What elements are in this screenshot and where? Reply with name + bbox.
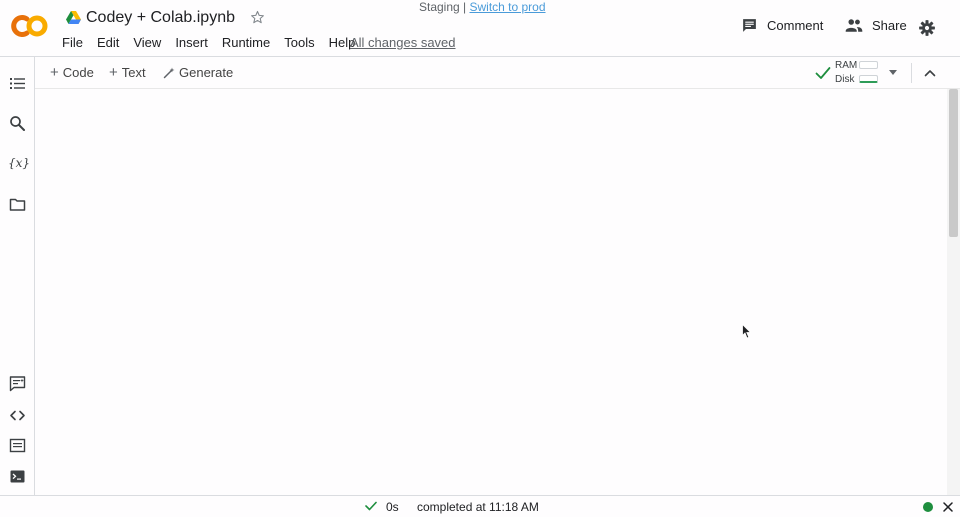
notebook-canvas[interactable] bbox=[35, 89, 947, 495]
close-icon[interactable] bbox=[943, 502, 953, 512]
execution-check-icon bbox=[365, 501, 377, 511]
colab-logo[interactable] bbox=[10, 11, 50, 41]
add-code-button[interactable]: + Code bbox=[50, 65, 94, 80]
notebook-title[interactable]: Codey + Colab.ipynb bbox=[86, 9, 235, 27]
google-drive-icon[interactable] bbox=[66, 11, 81, 24]
plus-icon: + bbox=[109, 64, 118, 81]
add-text-button[interactable]: + Text bbox=[109, 65, 146, 80]
runtime-dropdown-chevron-icon[interactable] bbox=[889, 70, 897, 75]
share-button[interactable]: Share bbox=[845, 17, 907, 34]
menu-edit[interactable]: Edit bbox=[97, 35, 119, 50]
plus-icon: + bbox=[50, 64, 59, 81]
header: Codey + Colab.ipynb File Edit View Inser… bbox=[0, 0, 960, 57]
toolbar-divider bbox=[911, 63, 912, 83]
status-bar: 0s completed at 11:18 AM bbox=[0, 495, 960, 517]
gear-icon[interactable] bbox=[918, 19, 936, 37]
save-status-link[interactable]: All changes saved bbox=[350, 35, 456, 50]
menu-insert[interactable]: Insert bbox=[175, 35, 208, 50]
generate-button[interactable]: Generate bbox=[163, 65, 233, 80]
share-people-icon bbox=[845, 19, 863, 32]
disk-usage-bar[interactable] bbox=[859, 75, 878, 83]
staging-label: Staging | bbox=[419, 0, 470, 14]
list-panel-icon[interactable] bbox=[9, 437, 26, 454]
ram-usage-bar[interactable] bbox=[859, 61, 878, 69]
comment-button[interactable]: Comment bbox=[741, 17, 823, 34]
comment-icon bbox=[743, 19, 756, 32]
variables-icon[interactable]: {x} bbox=[8, 156, 30, 170]
menu-tools[interactable]: Tools bbox=[284, 35, 314, 50]
colab-app: Codey + Colab.ipynb File Edit View Inser… bbox=[0, 0, 960, 517]
files-folder-icon[interactable] bbox=[9, 196, 26, 213]
vertical-scrollbar[interactable] bbox=[947, 89, 960, 495]
generate-label: Generate bbox=[179, 65, 234, 80]
connection-status-dot bbox=[923, 502, 933, 512]
notebook-toolbar: + Code + Text Generate RAM Disk bbox=[35, 57, 960, 89]
disk-label: Disk bbox=[835, 74, 855, 85]
menu-bar: File Edit View Insert Runtime Tools Help bbox=[62, 35, 355, 50]
ram-label: RAM bbox=[835, 60, 858, 71]
mouse-pointer-icon bbox=[742, 324, 752, 339]
code-snippets-icon[interactable] bbox=[9, 407, 26, 424]
left-sidebar: {x} bbox=[0, 57, 35, 495]
staging-banner: Staging | Switch to prod bbox=[419, 0, 546, 14]
execution-time: 0s bbox=[386, 500, 399, 514]
switch-to-prod-link[interactable]: Switch to prod bbox=[469, 0, 545, 14]
search-icon[interactable] bbox=[9, 115, 26, 132]
add-text-label: Text bbox=[121, 65, 146, 80]
command-palette-icon[interactable] bbox=[9, 375, 26, 392]
menu-view[interactable]: View bbox=[133, 35, 161, 50]
menu-file[interactable]: File bbox=[62, 35, 83, 50]
chevron-up-icon[interactable] bbox=[924, 67, 936, 79]
scrollbar-thumb[interactable] bbox=[949, 89, 958, 237]
table-of-contents-icon[interactable] bbox=[9, 75, 26, 92]
star-icon[interactable] bbox=[249, 9, 266, 26]
share-label: Share bbox=[872, 18, 907, 33]
terminal-icon[interactable] bbox=[9, 468, 26, 485]
connected-check-icon[interactable] bbox=[815, 66, 831, 80]
comment-label: Comment bbox=[767, 18, 824, 33]
execution-status-message: completed at 11:18 AM bbox=[417, 500, 539, 514]
magic-wand-icon bbox=[163, 67, 175, 78]
add-code-label: Code bbox=[62, 65, 94, 80]
menu-runtime[interactable]: Runtime bbox=[222, 35, 270, 50]
